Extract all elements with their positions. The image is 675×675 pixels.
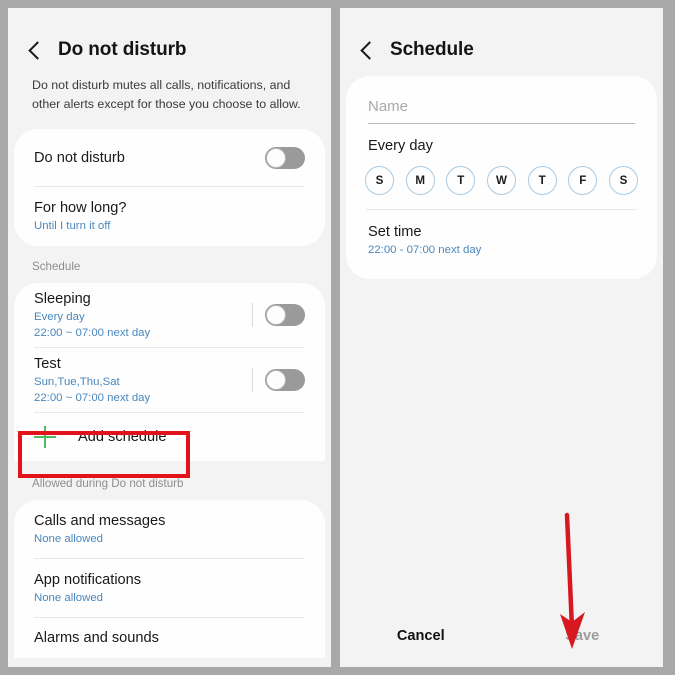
row-title: Calls and messages <box>34 512 166 529</box>
name-input[interactable]: Name <box>368 92 635 123</box>
toggle-separator <box>252 368 253 392</box>
row-do-not-disturb[interactable]: Do not disturb <box>14 129 325 186</box>
right-phone-screen: Schedule Name Every day S M T W T F S Se… <box>340 8 663 667</box>
row-for-how-long[interactable]: For how long? Until I turn it off <box>14 187 325 246</box>
row-app-notifications[interactable]: App notifications None allowed <box>14 559 325 617</box>
dnd-toggle-wrap[interactable] <box>265 146 305 169</box>
bottom-action-bar: Cancel Save <box>340 605 663 667</box>
toggle-knob <box>266 370 286 390</box>
toggle-knob <box>266 147 286 168</box>
schedule-card: Sleeping Every day 22:00 ~ 07:00 next da… <box>14 283 325 461</box>
name-field-wrap[interactable]: Name <box>346 92 657 124</box>
day-chip-su[interactable]: S <box>365 166 394 195</box>
row-title: For how long? <box>34 200 127 217</box>
dnd-description: Do not disturb mutes all calls, notifica… <box>32 78 301 111</box>
schedule-item-sleeping[interactable]: Sleeping Every day 22:00 ~ 07:00 next da… <box>14 283 325 347</box>
row-days: Sun,Tue,Thu,Sat <box>34 375 120 388</box>
day-chip-tu[interactable]: T <box>446 166 476 195</box>
toggle-separator <box>252 303 253 327</box>
row-subtitle: None allowed <box>34 532 104 545</box>
schedule-toggle-wrap[interactable] <box>252 368 305 392</box>
day-chip-mo[interactable]: M <box>405 166 435 195</box>
row-alarms-and-sounds[interactable]: Alarms and sounds <box>14 618 325 658</box>
left-header: Do not disturb <box>8 8 331 70</box>
row-set-time[interactable]: Set time 22:00 - 07:00 next day <box>346 210 657 279</box>
repeat-label: Every day <box>368 138 433 154</box>
back-chevron-icon[interactable] <box>26 41 44 59</box>
schedule-toggle-test[interactable] <box>265 369 305 391</box>
row-title: Sleeping <box>34 290 91 307</box>
schedule-toggle-wrap[interactable] <box>252 303 305 327</box>
right-header: Schedule <box>340 8 663 70</box>
row-calls-and-messages[interactable]: Calls and messages None allowed <box>14 500 325 558</box>
row-subtitle: Until I turn it off <box>34 220 111 233</box>
schedule-toggle-sleeping[interactable] <box>265 304 305 326</box>
schedule-edit-card: Name Every day S M T W T F S Set time 22… <box>346 76 657 279</box>
back-chevron-icon[interactable] <box>358 41 376 59</box>
day-selector[interactable]: S M T W T F S <box>346 154 657 195</box>
add-schedule-label: Add schedule <box>78 429 167 445</box>
dnd-main-card: Do not disturb For how long? Until I tur… <box>14 129 325 246</box>
row-time: 22:00 ~ 07:00 next day <box>34 327 151 339</box>
row-subtitle: 22:00 - 07:00 next day <box>368 244 482 256</box>
row-days: Every day <box>34 310 85 323</box>
save-button[interactable]: Save <box>502 628 664 644</box>
section-label-allowed: Allowed during Do not disturb <box>32 477 184 490</box>
toggle-knob <box>266 305 286 325</box>
plus-icon <box>34 426 56 448</box>
schedule-item-test[interactable]: Test Sun,Tue,Thu,Sat 22:00 ~ 07:00 next … <box>14 348 325 412</box>
cancel-button[interactable]: Cancel <box>340 628 502 644</box>
add-schedule-button[interactable]: Add schedule <box>14 413 325 461</box>
allowed-card: Calls and messages None allowed App noti… <box>14 500 325 658</box>
row-title: App notifications <box>34 571 142 588</box>
day-chip-th[interactable]: T <box>527 166 557 195</box>
day-chip-sa[interactable]: S <box>608 166 638 195</box>
section-label-schedule: Schedule <box>32 260 81 273</box>
day-chip-we[interactable]: W <box>486 166 516 195</box>
screenshot-canvas: Do not disturb Do not disturb mutes all … <box>0 0 675 675</box>
row-title: Test <box>34 355 61 372</box>
row-subtitle: None allowed <box>34 591 104 604</box>
row-time: 22:00 ~ 07:00 next day <box>34 392 151 404</box>
left-phone-screen: Do not disturb Do not disturb mutes all … <box>8 8 331 667</box>
row-title: Do not disturb <box>34 149 125 166</box>
row-title: Alarms and sounds <box>34 630 159 646</box>
page-title: Schedule <box>390 39 474 60</box>
day-chip-fr[interactable]: F <box>568 166 598 195</box>
dnd-toggle[interactable] <box>265 146 305 169</box>
page-title: Do not disturb <box>58 39 187 60</box>
row-title: Set time <box>368 224 422 240</box>
